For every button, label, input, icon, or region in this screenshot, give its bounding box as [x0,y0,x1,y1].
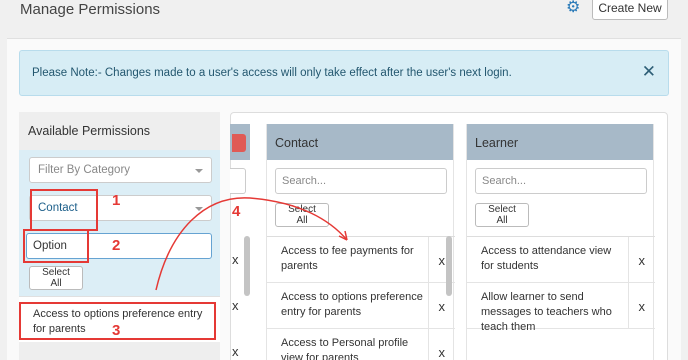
callout-number-4: 4 [232,203,241,220]
callout-number-1: 1 [112,192,121,209]
column-header-contact: Contact [267,124,453,160]
remove-icon[interactable]: x [232,252,239,267]
filter-placeholder: Filter By Category [38,164,131,176]
permission-label: Allow learner to send messages to teache… [481,291,612,333]
gear-icon[interactable]: ⚙ [566,0,582,16]
callout-number-2: 2 [112,237,121,254]
remove-icon[interactable]: x [639,253,646,268]
column-header-learner: Learner [467,124,653,160]
chevron-down-icon [195,207,203,211]
partial-column-search[interactable] [230,168,246,194]
learner-search-input[interactable] [475,168,647,194]
row-divider [428,283,429,329]
select-all-contact-button[interactable]: Select All [275,203,329,227]
page-title: Manage Permissions [20,1,161,18]
notice-text: Please Note:- Changes made to a user's a… [32,67,512,79]
row-divider [628,237,629,283]
contact-column: Contact Select All Access to fee payment… [266,124,455,360]
permission-label: Access to attendance view for students [481,245,612,272]
callout-box-1 [30,189,98,231]
delete-column-button[interactable] [232,134,246,152]
scrollbar[interactable] [446,236,452,296]
remove-icon[interactable]: x [639,299,646,314]
scrollbar[interactable] [244,236,250,296]
permission-label: Access to Personal profile view for pare… [281,337,409,360]
chevron-down-icon [195,169,203,173]
list-item[interactable]: Access to options preference entry for p… [267,283,455,329]
remove-icon[interactable]: x [439,253,446,268]
remove-icon[interactable]: x [232,298,239,313]
close-icon[interactable]: ✕ [642,63,656,81]
list-item[interactable]: Allow learner to send messages to teache… [467,283,655,333]
available-permissions-title: Available Permissions [28,124,151,138]
remove-icon[interactable]: x [439,299,446,314]
row-divider [428,237,429,283]
remove-icon[interactable]: x [439,345,446,360]
row-divider [628,283,629,329]
notice-banner: Please Note:- Changes made to a user's a… [19,50,669,96]
select-all-learner-button[interactable]: Select All [475,203,529,227]
list-item[interactable]: Access to Personal profile view for pare… [267,329,455,360]
list-item[interactable]: Access to fee payments for parents x [267,237,455,283]
select-all-available-button[interactable]: Select All [29,266,83,290]
filter-by-category-select[interactable]: Filter By Category [29,157,212,183]
row-divider [428,329,429,360]
permission-label: Access to fee payments for parents [281,245,414,272]
learner-column: Learner Select All Access to attendance … [466,124,655,360]
list-item[interactable]: Access to attendance view for students x [467,237,655,283]
create-new-button[interactable]: Create New [592,0,668,20]
contact-search-input[interactable] [275,168,447,194]
learner-permission-list: Access to attendance view for students x… [467,236,655,333]
remove-icon[interactable]: x [232,344,239,359]
callout-box-2 [23,229,89,263]
contact-permission-list: Access to fee payments for parents x Acc… [267,236,455,360]
permission-label: Access to options preference entry for p… [281,291,423,318]
callout-number-3: 3 [112,322,121,339]
